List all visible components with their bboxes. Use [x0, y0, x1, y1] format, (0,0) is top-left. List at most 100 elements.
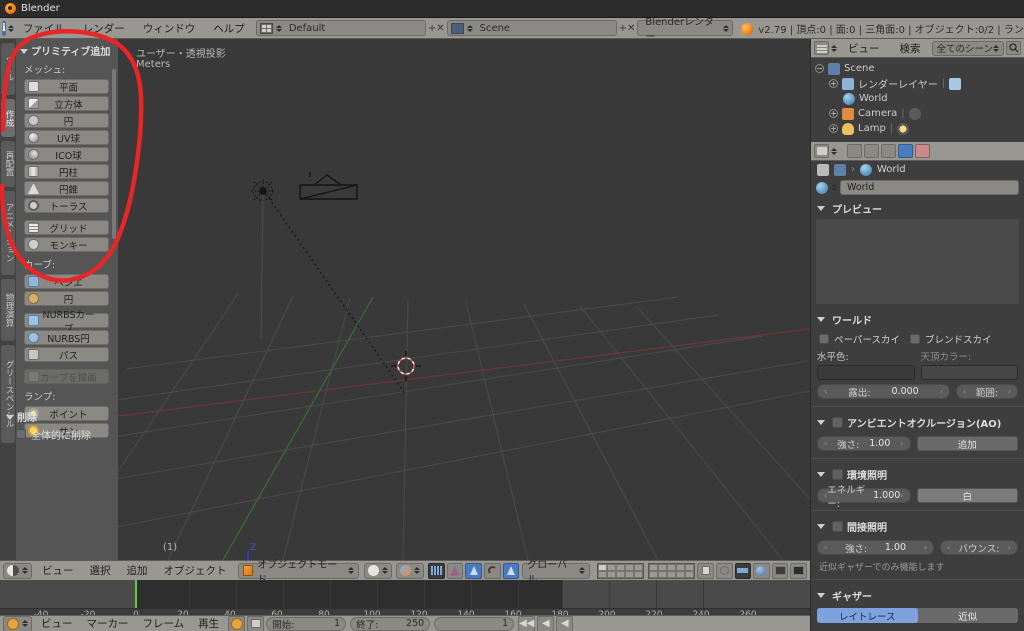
search-icon[interactable] [1006, 41, 1021, 55]
snap-toggle-button[interactable] [428, 562, 445, 579]
world-datablock-selector[interactable]: World [816, 180, 1019, 195]
ao-enable-checkbox[interactable] [832, 417, 843, 428]
properties-editor-spinner[interactable] [831, 147, 837, 155]
add-monkey-button[interactable]: モンキー [24, 237, 109, 252]
jump-start-button[interactable]: ◀◀ [518, 616, 536, 631]
lamp-data-icon[interactable] [897, 122, 910, 135]
properties-tab-render[interactable] [847, 144, 862, 158]
expander-icon[interactable]: − [815, 64, 824, 73]
preview-section-title[interactable]: プレビュー [811, 197, 1024, 219]
layer-group-left[interactable] [597, 562, 645, 579]
gather-section-title[interactable]: ギャザー [811, 584, 1024, 606]
world-section-title[interactable]: ワールド [811, 308, 1024, 330]
tool-shelf[interactable]: ツール 作成 再配置 アニメーション 物理演算 グリースペンシル プリミティブ追… [0, 39, 118, 560]
transform-orientation-spinner[interactable] [579, 567, 586, 574]
pivot-point-selector[interactable] [396, 562, 425, 579]
pivot-spinner[interactable] [414, 567, 421, 574]
play-reverse-button[interactable]: ◀ [556, 616, 574, 631]
viewport-menu-view[interactable]: ビュー [34, 561, 82, 580]
outliner-row-render-layer[interactable]: + レンダーレイヤー | [815, 76, 1024, 91]
outliner-editor-spinner[interactable] [831, 44, 837, 52]
scene-spinner[interactable] [466, 24, 473, 32]
menu-file[interactable]: ファイル [14, 19, 74, 38]
add-bezier-button[interactable]: ベジエ [24, 274, 109, 289]
env-light-energy-field[interactable]: ‹ エネルギー: 1.000 › [817, 485, 911, 510]
menu-help[interactable]: ヘルプ [204, 19, 254, 38]
draw-curve-button[interactable]: カーブを描画 [24, 369, 109, 384]
add-nurbs-curve-button[interactable]: NURBSカーブ [24, 310, 109, 335]
outliner-editor-icon[interactable] [814, 41, 829, 55]
timeline-menu-frame[interactable]: フレーム [136, 616, 192, 631]
paper-sky-checkbox[interactable]: ペーパースカイ [819, 332, 900, 346]
delete-panel-title[interactable]: 削除 [6, 409, 37, 424]
tool-tab-grease-pencil[interactable]: グリースペンシル [1, 345, 15, 443]
ao-blend-mode-button[interactable]: 追加 [916, 436, 1018, 451]
render-preview-button[interactable] [753, 562, 770, 579]
outliner-menu-view[interactable]: ビュー [839, 39, 889, 58]
exposure-field[interactable]: ‹ 露出: 0.000 › [817, 384, 950, 399]
outliner-editor[interactable]: ビュー 検索 全てのシーン − Scene + レンダーレイヤー | World… [810, 39, 1024, 142]
viewport-shading-spinner[interactable] [382, 567, 389, 574]
add-cylinder-button[interactable]: 円柱 [24, 164, 109, 179]
viewport-menu-add[interactable]: 追加 [119, 561, 156, 580]
timeline-editor-spinner[interactable] [22, 620, 28, 627]
properties-tab-render-layers[interactable] [864, 144, 879, 158]
scene-layers[interactable] [597, 562, 696, 579]
outliner-row-lamp[interactable]: + Lamp | [815, 121, 1024, 136]
frame-end-field[interactable]: 終了: 250 [350, 616, 431, 631]
horizon-color-swatch[interactable] [817, 365, 915, 380]
blend-sky-checkbox[interactable]: ブレンドスカイ [909, 332, 991, 346]
interaction-mode-spinner[interactable] [348, 567, 355, 574]
add-cube-button[interactable]: 立方体 [24, 96, 109, 111]
render-image-button[interactable] [771, 562, 789, 579]
scene-remove-button[interactable]: ✕ [627, 21, 635, 35]
ao-factor-field[interactable]: ‹ 強さ: 1.00 › [817, 436, 911, 451]
add-uv-sphere-button[interactable]: UV球 [24, 130, 109, 145]
ao-section-title[interactable]: アンビエントオクルージョン(AO) [811, 411, 1024, 433]
tool-tab-animation[interactable]: アニメーション [1, 191, 15, 275]
viewport-menu-object[interactable]: オブジェクト [156, 561, 235, 580]
render-layer-data-icon[interactable] [949, 77, 962, 90]
add-ico-sphere-button[interactable]: ICO球 [24, 147, 109, 162]
properties-tab-object[interactable] [915, 144, 930, 158]
scene-add-button[interactable]: + [619, 21, 627, 35]
add-grid-button[interactable]: グリッド [24, 220, 109, 235]
timeline-menu-marker[interactable]: マーカー [80, 616, 136, 631]
manipulator-rotate-button[interactable] [484, 562, 501, 579]
outliner-display-mode[interactable]: 全てのシーン [931, 40, 1004, 56]
range-field[interactable]: ‹ 範囲: › [956, 384, 1018, 399]
screen-layout-spinner[interactable] [275, 24, 282, 32]
current-frame-field[interactable]: 1 [434, 616, 515, 631]
add-path-button[interactable]: パス [24, 347, 109, 362]
pivot-center-button[interactable] [734, 562, 752, 579]
add-curve-circle-button[interactable]: 円 [24, 291, 109, 306]
properties-editor[interactable]: › World World プレビュー ワールド ペーパースカイ ブレンドスカイ… [810, 142, 1024, 631]
world-name-field[interactable]: World [840, 180, 1019, 195]
proportional-edit-button[interactable] [716, 562, 733, 579]
add-nurbs-circle-button[interactable]: NURBS円 [24, 330, 109, 345]
indirect-factor-field[interactable]: ‹ 強さ: 1.00 › [817, 540, 934, 555]
lock-layers-button[interactable] [697, 562, 715, 579]
expander-icon[interactable]: + [829, 79, 838, 88]
lock-time-button[interactable] [247, 616, 265, 631]
world-datablock-spinner[interactable] [831, 184, 837, 191]
tool-tab-relations[interactable]: 再配置 [1, 141, 15, 187]
outliner-row-scene[interactable]: − Scene [815, 61, 1024, 76]
viewport-shading-selector[interactable] [364, 562, 393, 579]
editor-type-selector-timeline[interactable] [3, 616, 32, 631]
render-animation-button[interactable] [790, 562, 807, 579]
properties-tab-scene[interactable] [881, 144, 896, 158]
expander-icon[interactable]: + [829, 124, 838, 133]
timeline-menu-playback[interactable]: 再生 [191, 616, 226, 631]
3d-viewport[interactable]: Z X Y ユーザー・透視投影 Meters (1) [118, 39, 810, 560]
use-audio-button[interactable] [228, 616, 246, 631]
expander-icon[interactable]: + [829, 109, 838, 118]
outliner-display-spinner[interactable] [993, 44, 1000, 52]
indirect-light-section-title[interactable]: 間接照明 [811, 515, 1024, 537]
transform-orientation-selector[interactable]: グローバル [522, 560, 591, 586]
gather-approximate-option[interactable]: 近似 [918, 608, 1019, 623]
indirect-bounces-field[interactable]: ‹ バウンス: › [940, 540, 1018, 555]
screen-layout-remove-button[interactable]: ✕ [436, 21, 444, 35]
add-torus-button[interactable]: トーラス [24, 198, 109, 213]
layer-group-right[interactable] [648, 562, 696, 579]
